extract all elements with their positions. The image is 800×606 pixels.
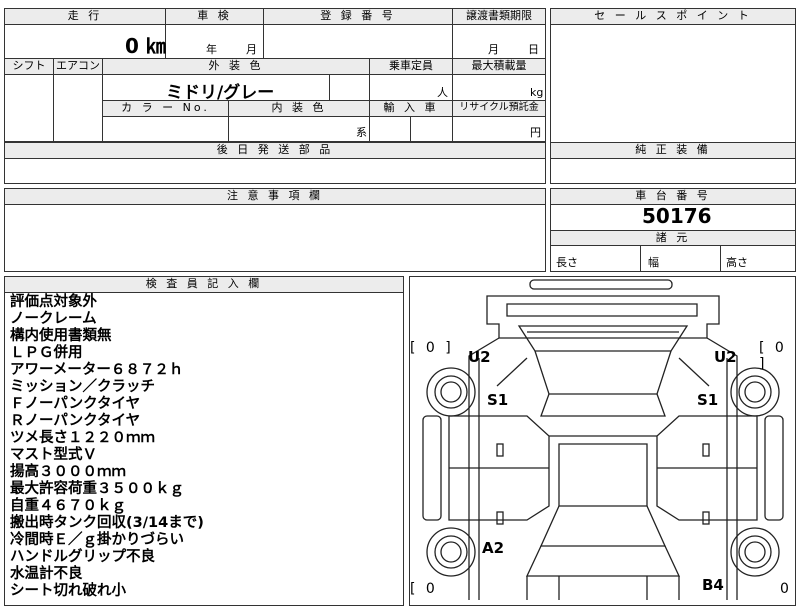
note-line: 搬出時タンク回収(3/14まで) — [10, 515, 204, 531]
note-line: 揚高３０００ｍｍ — [10, 464, 126, 480]
color-no-header: カ ラ ー No. — [103, 101, 228, 116]
transfer-month-unit: 月 — [488, 43, 499, 56]
transfer-day-unit: 日 — [528, 43, 539, 56]
inspector-header: 検 査 員 記 入 欄 — [5, 277, 403, 292]
tire-count-front-right: [ 0 ] — [759, 340, 787, 372]
capacity-header: 乗車定員 — [370, 59, 452, 74]
inspection-header: 車 検 — [166, 9, 263, 24]
aircon-header: エアコン — [54, 59, 102, 74]
note-line: 自重４６７０ｋｇ — [10, 498, 126, 514]
capacity-unit: 人 — [437, 86, 448, 99]
import-header: 輸 入 車 — [370, 101, 452, 116]
note-line: 構内使用書類無 — [10, 328, 112, 344]
tire-count-rear-right: 0 — [780, 581, 792, 597]
note-line: Ｒノーパンクタイヤ — [10, 413, 141, 429]
note-line: Ｆノーパンクタイヤ — [10, 396, 141, 412]
inspector-notes: 評価点対象外 ノークレーム 構内使用書類無 ＬＰＧ併用 アワーメーター６８７２ｈ… — [10, 294, 400, 600]
note-line: アワーメーター６８７２ｈ — [10, 362, 184, 378]
note-line: ハンドルグリップ不良 — [10, 549, 155, 565]
vehicle-diagram — [422, 279, 784, 600]
vehicle-info-table — [4, 8, 546, 142]
note-line: 水温計不良 — [10, 566, 83, 582]
recycle-fee-header: リサイクル預託金 — [453, 101, 545, 116]
damage-mark-a2: A2 — [482, 539, 505, 557]
damage-mark-s1-left: S1 — [487, 391, 509, 409]
mileage-value: 0 ㎞ — [125, 34, 166, 58]
note-line: マスト型式Ｖ — [10, 447, 97, 463]
specs-header: 諸 元 — [551, 231, 795, 245]
inspection-year-unit: 年 — [206, 43, 217, 56]
interior-color-header: 内 装 色 — [229, 101, 369, 116]
damage-mark-u2-left: U2 — [468, 348, 491, 366]
tire-count-rear-left: [ 0 — [410, 581, 438, 597]
height-label: 高さ — [726, 256, 748, 269]
damage-mark-u2-right: U2 — [714, 348, 737, 366]
shift-header: シフト — [5, 59, 53, 74]
transfer-deadline-header: 譲渡書類期限 — [453, 9, 545, 24]
note-line: 評価点対象外 — [10, 294, 97, 310]
note-line: ＬＰＧ併用 — [10, 345, 83, 361]
damage-mark-s1-right: S1 — [697, 391, 719, 409]
max-load-unit: kg — [530, 86, 544, 99]
tire-count-front-left: [ 0 ] — [410, 340, 454, 356]
damage-mark-b4: B4 — [702, 576, 724, 594]
inspection-month-unit: 月 — [246, 43, 257, 56]
registration-header: 登 録 番 号 — [264, 9, 452, 24]
note-line: シート切れ破れ小 — [10, 583, 126, 599]
chassis-number-header: 車 台 番 号 — [551, 189, 795, 204]
note-line: 最大許容荷重３５００ｋｇ — [10, 481, 184, 497]
recycle-fee-unit: 円 — [530, 126, 541, 139]
mileage-header: 走 行 — [5, 9, 165, 24]
note-line: 冷間時Ｅ／ｇ掛かりづらい — [10, 532, 184, 548]
max-load-header: 最大積載量 — [453, 59, 545, 74]
genuine-equipment-header: 純 正 装 備 — [551, 143, 795, 158]
note-line: ミッション／クラッチ — [10, 379, 155, 395]
note-line: ノークレーム — [10, 311, 97, 327]
later-parts-header: 後 日 発 送 部 品 — [5, 143, 545, 158]
chassis-number-value: 50176 — [642, 204, 712, 228]
sales-point-header: セ ー ル ス ポ イ ン ト — [551, 9, 795, 24]
width-label: 幅 — [648, 256, 659, 269]
length-label: 長さ — [556, 256, 578, 269]
note-line: ツメ長さ１２２０ｍｍ — [10, 430, 155, 446]
interior-color-unit: 系 — [356, 126, 367, 139]
exterior-color-header: 外 装 色 — [103, 59, 369, 74]
caution-header: 注 意 事 項 欄 — [5, 189, 545, 204]
